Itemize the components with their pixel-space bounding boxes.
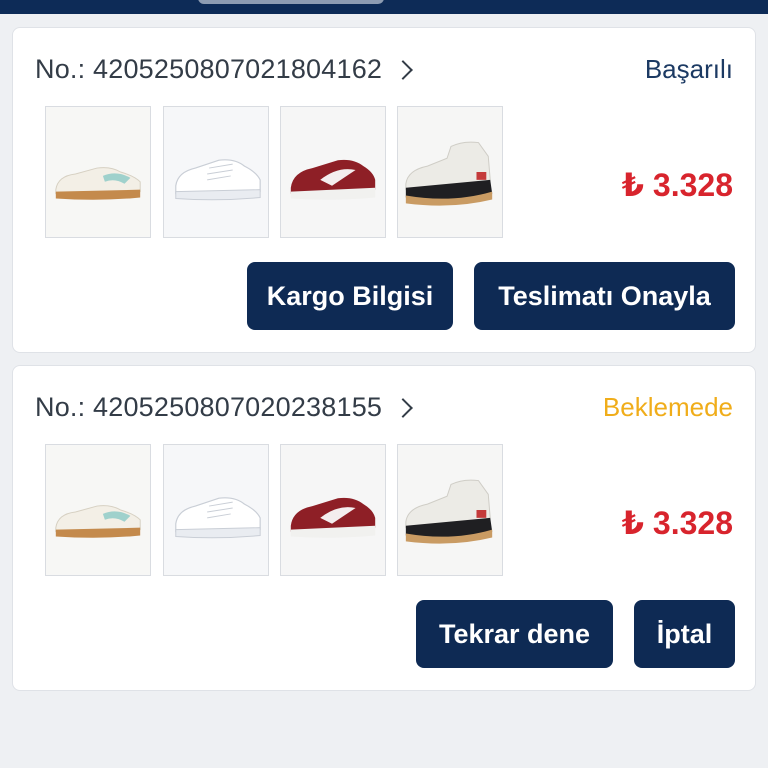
order-card: No.: 4205250807021804162 Başarılı ₺ 3.32… <box>12 27 756 353</box>
retry-button[interactable]: Tekrar dene <box>416 600 613 668</box>
product-thumbnail[interactable] <box>397 444 503 576</box>
order-number-link[interactable]: No.: 4205250807020238155 <box>35 392 414 423</box>
order-status: Başarılı <box>644 54 733 84</box>
order-card: No.: 4205250807020238155 Beklemede ₺ 3.3… <box>12 365 756 691</box>
chevron-right-icon <box>393 59 414 80</box>
product-thumbnail[interactable] <box>280 106 386 238</box>
chevron-right-icon <box>393 397 414 418</box>
product-thumbnail[interactable] <box>163 444 269 576</box>
cancel-button[interactable]: İptal <box>634 600 735 668</box>
product-thumbnail[interactable] <box>280 444 386 576</box>
search-bar[interactable] <box>198 0 384 4</box>
product-thumbnail[interactable] <box>45 106 151 238</box>
product-thumbnail[interactable] <box>45 444 151 576</box>
cargo-info-button[interactable]: Kargo Bilgisi <box>247 262 453 330</box>
top-bar <box>0 0 768 14</box>
order-number: No.: 4205250807020238155 <box>35 392 383 422</box>
confirm-delivery-button[interactable]: Teslimatı Onayla <box>474 262 735 330</box>
order-price: ₺ 3.328 <box>621 167 733 203</box>
order-price: ₺ 3.328 <box>621 505 733 541</box>
order-number-link[interactable]: No.: 4205250807021804162 <box>35 54 414 85</box>
order-status: Beklemede <box>602 392 733 422</box>
order-number: No.: 4205250807021804162 <box>35 54 383 84</box>
product-thumbnail[interactable] <box>163 106 269 238</box>
product-thumbnail[interactable] <box>397 106 503 238</box>
